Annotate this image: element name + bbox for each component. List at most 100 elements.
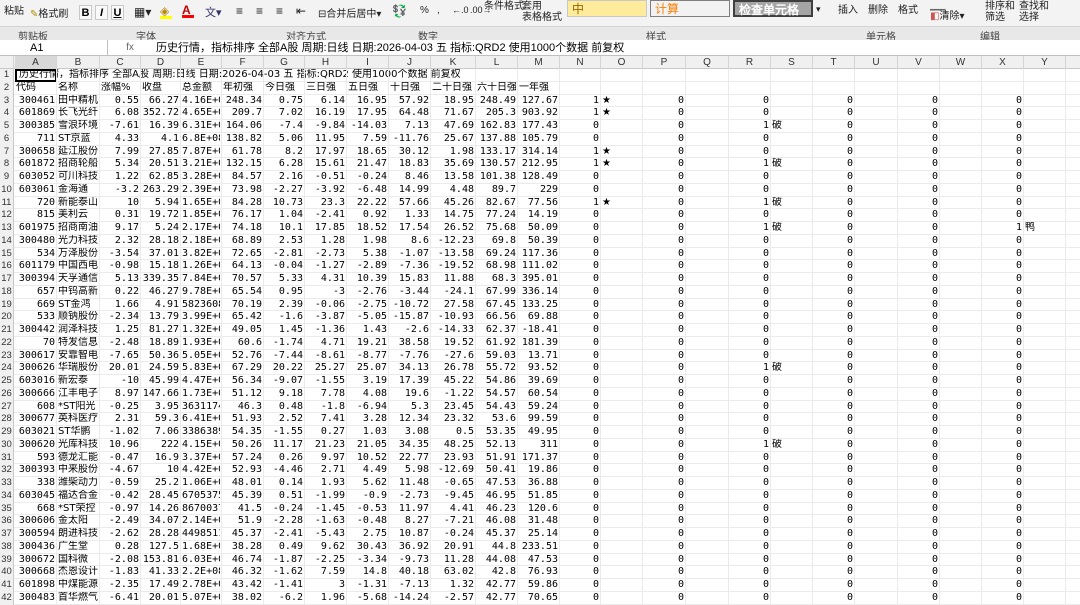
cell[interactable]: -2.35 (101, 579, 139, 592)
cell[interactable]: 5.33 (265, 273, 303, 286)
cell[interactable]: 0 (561, 579, 599, 592)
cell[interactable]: 六十日强 (477, 82, 516, 95)
cell[interactable]: 0.75 (265, 95, 303, 108)
cell[interactable]: 1.68E+09 (182, 541, 220, 554)
cell[interactable]: 0 (561, 248, 599, 261)
row-header[interactable]: 38 (0, 540, 14, 554)
cell[interactable]: ★ (602, 95, 641, 108)
cell[interactable]: 26.78 (432, 362, 474, 375)
cell[interactable]: 0 (899, 375, 938, 388)
cell[interactable]: 7.84E+09 (182, 273, 220, 286)
cell[interactable]: 3.08 (390, 426, 429, 439)
cell[interactable]: ST京蓝 (58, 133, 98, 146)
cell[interactable]: 0 (561, 324, 599, 337)
cell[interactable]: 2.75 (348, 528, 387, 541)
cell[interactable]: 0.27 (306, 426, 345, 439)
cell[interactable]: 1 (561, 95, 599, 108)
cell[interactable]: 0 (561, 388, 599, 401)
cell[interactable]: 0 (899, 299, 938, 312)
row-header[interactable]: 15 (0, 247, 14, 261)
cell[interactable]: 0 (561, 477, 599, 490)
row-header[interactable]: 39 (0, 553, 14, 567)
border-icon[interactable]: ▦▾ (134, 5, 151, 19)
cell[interactable]: 0 (561, 350, 599, 363)
cell[interactable]: 18.65 (348, 146, 387, 159)
cell[interactable]: 43.42 (223, 579, 262, 592)
cell[interactable]: -1.83 (101, 566, 139, 579)
cell[interactable]: 0 (561, 133, 599, 146)
cell[interactable]: 16.39 (142, 120, 179, 133)
cell[interactable]: 0 (561, 235, 599, 248)
cell[interactable]: -1.6 (265, 311, 303, 324)
cell[interactable]: -7.76 (390, 350, 429, 363)
cell[interactable]: 300394 (16, 273, 55, 286)
cell[interactable]: 0 (644, 120, 684, 133)
row-header[interactable]: 2 (0, 81, 14, 95)
cell[interactable]: 0 (983, 477, 1022, 490)
cell[interactable]: 0 (983, 566, 1022, 579)
cell[interactable]: 37.01 (142, 248, 179, 261)
cell[interactable]: 77.24 (477, 209, 516, 222)
cell[interactable]: 0 (561, 528, 599, 541)
row-header[interactable]: 28 (0, 413, 14, 426)
cell[interactable]: 1 (561, 107, 599, 120)
cell[interactable]: 0 (899, 171, 938, 184)
cell[interactable]: 82.67 (477, 197, 516, 210)
cell[interactable]: 14.26 (142, 503, 179, 516)
cell[interactable]: 0 (561, 209, 599, 222)
cell[interactable]: 15.83 (390, 273, 429, 286)
cell[interactable]: 603016 (16, 375, 55, 388)
cell[interactable]: 0 (814, 566, 853, 579)
cell[interactable]: 23.32 (432, 413, 474, 426)
cell[interactable]: 华瑞股份 (58, 362, 98, 375)
cell[interactable]: 0 (899, 324, 938, 337)
cell[interactable]: 0 (899, 477, 938, 490)
cell[interactable]: 54.35 (223, 426, 262, 439)
cell[interactable]: -4.46 (265, 464, 303, 477)
cell[interactable]: 0 (561, 490, 599, 503)
cell[interactable]: 720 (16, 197, 55, 210)
cell[interactable]: 300483 (16, 592, 55, 605)
cell[interactable]: 0 (730, 490, 769, 503)
cell[interactable]: 20.22 (265, 362, 303, 375)
cell[interactable]: -2.81 (265, 248, 303, 261)
cell[interactable]: 1 (730, 439, 769, 452)
cell[interactable]: 0 (814, 477, 853, 490)
cell[interactable]: 4.08 (348, 388, 387, 401)
cell[interactable]: 181.39 (519, 337, 558, 350)
cell[interactable]: 23.45 (432, 401, 474, 414)
format-painter-button[interactable]: ✎格式刷 (30, 5, 68, 20)
cell[interactable]: ★ (602, 107, 641, 120)
column-header-I[interactable]: I (347, 56, 389, 69)
cell[interactable]: 34.13 (390, 362, 429, 375)
row-header[interactable]: 36 (0, 515, 14, 528)
cell[interactable]: 0 (983, 171, 1022, 184)
cell[interactable]: 0 (983, 401, 1022, 414)
align-center-icon[interactable]: ≡ (256, 4, 263, 18)
cell[interactable]: 11.97 (390, 503, 429, 516)
cell[interactable]: 0 (644, 133, 684, 146)
cell[interactable]: -6.48 (348, 184, 387, 197)
cell[interactable]: 76.17 (223, 209, 262, 222)
cell[interactable]: 0 (644, 235, 684, 248)
cell[interactable]: 6.03E+08 (182, 554, 220, 567)
cell[interactable]: 0 (730, 107, 769, 120)
cell[interactable]: 年初强 (223, 82, 262, 95)
cell[interactable]: 300626 (16, 362, 55, 375)
cell[interactable]: 593 (16, 452, 55, 465)
cell[interactable]: 0 (814, 554, 853, 567)
cell[interactable]: 14.19 (519, 209, 558, 222)
clear-button[interactable]: ◧清除▾ (930, 7, 964, 22)
row-header[interactable]: 29 (0, 426, 14, 439)
cell[interactable]: 133.25 (519, 299, 558, 312)
cell[interactable]: 5.07E+08 (182, 592, 220, 605)
cell[interactable]: 1 (730, 197, 769, 210)
cell[interactable]: -0.65 (432, 477, 474, 490)
cell[interactable]: 668 (16, 503, 55, 516)
cell[interactable]: 0 (983, 426, 1022, 439)
cell[interactable]: -0.24 (432, 528, 474, 541)
column-header-E[interactable]: E (181, 56, 222, 69)
cell[interactable]: 64.48 (390, 107, 429, 120)
cell[interactable]: 248.49 (477, 95, 516, 108)
cell[interactable]: 105.79 (519, 133, 558, 146)
